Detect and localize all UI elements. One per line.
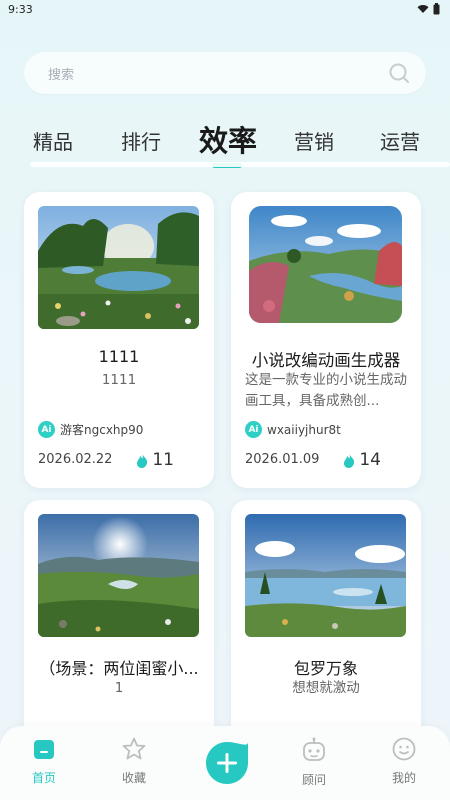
ai-avatar-icon: Ai xyxy=(38,421,55,438)
card-desc: 这是一款专业的小说生成动画工具，具备成熟创... xyxy=(245,372,407,409)
card-author: Ai wxaiiyjhur8t xyxy=(245,421,341,438)
card-title: 小说改编动画生成器 xyxy=(251,351,401,370)
star-icon xyxy=(122,737,146,760)
status-time: 9:33 xyxy=(8,3,33,16)
card-title: 包罗万象 xyxy=(293,659,358,678)
card-image xyxy=(38,514,199,637)
card-date: 2026.01.09 xyxy=(245,452,320,467)
app-card[interactable]: 小说改编动画生成器 这是一款专业的小说生成动画工具，具备成熟创... Ai wx… xyxy=(231,192,421,488)
card-desc: 想想就激动 xyxy=(292,680,360,696)
flame-icon xyxy=(344,452,355,468)
status-icons xyxy=(417,3,440,15)
tab-xiaolv[interactable]: 效率 xyxy=(199,118,257,160)
nav-label: 收藏 xyxy=(121,771,146,785)
card-desc: 1111 xyxy=(101,372,137,388)
card-desc: 1 xyxy=(114,680,124,696)
card-date: 2026.02.22 xyxy=(38,452,113,467)
tab-paihang[interactable]: 排行 xyxy=(121,126,161,155)
tab-jingpin[interactable]: 精品 xyxy=(33,126,73,155)
nav-label: 首页 xyxy=(31,771,56,785)
nav-label: 顾问 xyxy=(301,773,326,787)
nav-favorites[interactable]: 收藏 xyxy=(104,736,164,786)
search-bar[interactable]: 搜索 xyxy=(24,52,426,94)
app-card[interactable]: 1111 1111 Ai 游客ngcxhp90 2026.02.22 11 xyxy=(24,192,214,488)
nav-mine[interactable]: 我的 xyxy=(374,736,434,786)
card-image xyxy=(249,206,402,323)
card-image xyxy=(38,206,199,329)
category-tabs: 精品 排行 效率 营销 运营 xyxy=(0,118,450,168)
tab-yingxiao[interactable]: 营销 xyxy=(294,126,334,155)
search-input[interactable]: 搜索 xyxy=(48,64,74,83)
nav-advisor[interactable]: 顾问 xyxy=(284,736,344,788)
card-hot: 11 xyxy=(136,450,174,470)
flame-icon xyxy=(137,452,148,468)
nav-home[interactable]: 首页 xyxy=(14,736,74,786)
tab-yunying[interactable]: 运营 xyxy=(380,126,420,155)
author-name: 游客ngcxhp90 xyxy=(60,423,144,437)
author-name: wxaiiyjhur8t xyxy=(267,422,341,437)
smiley-icon xyxy=(392,737,416,761)
status-bar: 9:33 xyxy=(0,0,450,22)
nav-label: 我的 xyxy=(391,771,416,785)
home-icon xyxy=(34,740,54,759)
ai-avatar-icon: Ai xyxy=(245,421,262,438)
hot-count: 11 xyxy=(152,450,174,470)
hot-count: 14 xyxy=(359,450,381,470)
wifi-icon xyxy=(417,5,429,13)
card-author: Ai 游客ngcxhp90 xyxy=(38,421,143,438)
card-title: （场景：两位闺蜜小... xyxy=(39,659,199,678)
battery-icon xyxy=(433,3,440,15)
card-hot: 14 xyxy=(343,450,381,470)
app-card[interactable]: 包罗万象 想想就激动 xyxy=(231,500,421,760)
tab-scroll-track xyxy=(30,162,450,167)
card-title: 1111 xyxy=(98,347,140,366)
card-image xyxy=(245,514,406,637)
app-card[interactable]: （场景：两位闺蜜小... 1 xyxy=(24,500,214,760)
add-button[interactable] xyxy=(204,740,250,786)
robot-icon xyxy=(303,737,325,761)
search-icon[interactable] xyxy=(388,62,410,84)
add-icon xyxy=(206,742,248,784)
